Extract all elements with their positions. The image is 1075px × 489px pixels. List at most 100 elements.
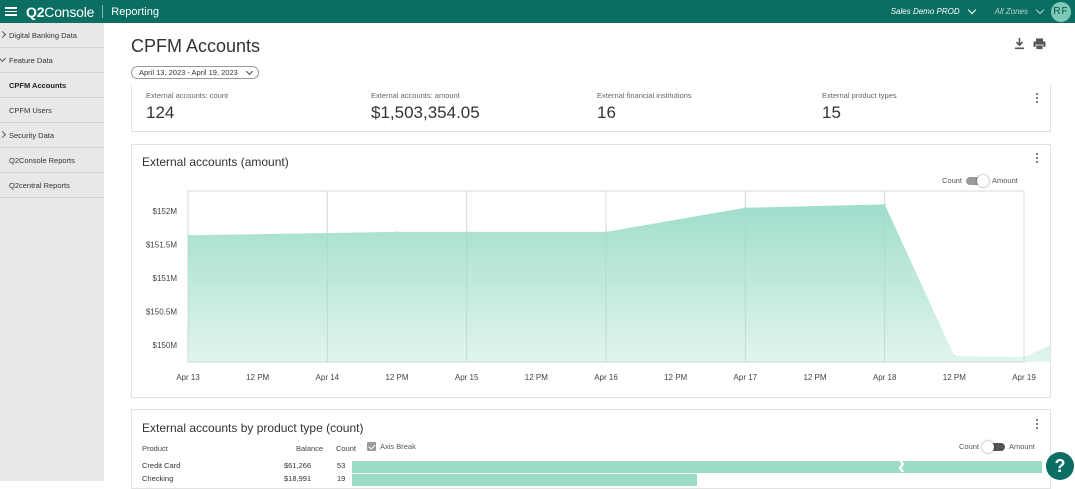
sidebar-item-q2central-reports[interactable]: Q2central Reports: [0, 173, 104, 198]
x-tick-label: Apr 17: [734, 373, 758, 382]
kpi-external-institutions: External financial institutions 16: [597, 91, 692, 123]
product-count-bar[interactable]: [352, 461, 1042, 473]
axis-break-marker: [898, 460, 905, 473]
sidebar-item-label: Feature Data: [9, 55, 53, 65]
kpi-card: External accounts: count 124 External ac…: [131, 85, 1051, 132]
amount-area-series: [188, 204, 1050, 362]
y-tick-label: $152M: [153, 207, 178, 216]
product-count-amount-toggle[interactable]: [982, 440, 1006, 453]
y-tick-label: $151.5M: [146, 241, 177, 250]
sidebar-item-digital-banking-data[interactable]: Digital Banking Data: [0, 23, 104, 48]
environment-select[interactable]: Sales Demo PROD: [890, 5, 976, 16]
kpi-external-product-types: External product types 15: [822, 91, 897, 123]
x-tick-label: 12 PM: [943, 373, 966, 382]
x-tick-label: Apr 16: [594, 373, 618, 382]
data-point: [396, 231, 398, 233]
sidebar-item-security-data[interactable]: Security Data: [0, 123, 104, 148]
x-tick-label: 12 PM: [664, 373, 687, 382]
axis-break-checkbox[interactable]: [367, 442, 376, 451]
product-type-chart-card: External accounts by product type (count…: [131, 409, 1051, 489]
count-amount-toggle[interactable]: [966, 174, 990, 187]
sidebar: Digital Banking Data Feature Data CPFM Acc…: [0, 23, 104, 481]
toggle-label-count: Count: [959, 442, 980, 451]
kpi-more-options-icon[interactable]: [1036, 93, 1039, 105]
amount-chart-title: External accounts (amount): [142, 155, 289, 169]
product-count-bar[interactable]: [352, 474, 697, 486]
sidebar-item-label: CPFM Users: [9, 105, 52, 115]
chevron-down-icon: [245, 67, 253, 76]
amount-area-chart: $150M $150.5M $151M $151.5M $152M Apr 13 12 PM…: [146, 190, 1050, 382]
sidebar-item-feature-data[interactable]: Feature Data: [0, 48, 104, 73]
sidebar-item-cpfm-users[interactable]: CPFM Users: [0, 98, 104, 123]
data-point: [187, 234, 189, 237]
toggle-label-amount: Amount: [1009, 442, 1035, 451]
sidebar-item-label: Q2Console Reports: [9, 155, 75, 165]
chevron-down-icon: [967, 5, 976, 15]
kpi-value: 124: [146, 103, 175, 122]
x-tick-label: Apr 18: [873, 373, 897, 382]
amount-chart-card: External accounts (amount) Count Amount …: [131, 144, 1051, 398]
product-balance: $61,266: [284, 461, 312, 470]
data-point: [883, 203, 886, 206]
download-icon[interactable]: [1014, 38, 1025, 50]
sidebar-item-label: CPFM Accounts: [9, 80, 67, 90]
product-chart-title: External accounts by product type (count…: [142, 421, 364, 435]
column-header-count: Count: [336, 444, 357, 453]
page-title: CPFM Accounts: [131, 36, 261, 56]
y-tick-label: $150.5M: [146, 308, 177, 317]
zones-select[interactable]: All Zones: [994, 5, 1045, 16]
product-count-amount-toggle-group: Count Amount: [959, 440, 1035, 453]
product-chart-more-options-icon[interactable]: [1036, 419, 1039, 431]
chevron-right-icon: [0, 30, 7, 39]
date-range-picker[interactable]: April 13, 2023 - April 19, 2023: [131, 66, 259, 79]
x-tick-label: 12 PM: [803, 373, 826, 382]
print-icon[interactable]: [1033, 38, 1046, 50]
user-avatar[interactable]: RF: [1051, 1, 1071, 22]
axis-break-label: Axis Break: [380, 442, 416, 451]
toggle-label-amount: Amount: [992, 176, 1018, 185]
environment-label: Sales Demo PROD: [890, 7, 960, 16]
chevron-down-icon: [1035, 5, 1045, 15]
chevron-down-icon: [0, 54, 7, 63]
y-tick-label: $151M: [153, 274, 178, 283]
data-point: [605, 231, 607, 233]
kpi-label: External financial institutions: [597, 91, 692, 100]
kpi-external-count: External accounts: count 124: [146, 91, 228, 123]
chevron-right-icon: [0, 130, 7, 139]
app-logo[interactable]: Q2Console: [26, 4, 94, 20]
zones-label: All Zones: [994, 7, 1028, 16]
kpi-label: External accounts: count: [146, 91, 229, 100]
product-count: 19: [337, 474, 346, 483]
product-name: Credit Card: [142, 461, 181, 470]
column-header-balance: Balance: [296, 444, 324, 453]
kpi-label: External product types: [822, 91, 897, 100]
x-tick-label: 12 PM: [525, 373, 548, 382]
sidebar-item-q2console-reports[interactable]: Q2Console Reports: [0, 148, 104, 173]
kpi-label: External accounts: amount: [371, 91, 460, 100]
date-range-label: April 13, 2023 - April 19, 2023: [139, 68, 238, 77]
x-tick-label: Apr 19: [1012, 373, 1036, 382]
axis-break-option: Axis Break: [367, 442, 416, 451]
data-point: [953, 355, 956, 357]
section-name: Reporting: [111, 5, 159, 18]
data-point: [1023, 356, 1025, 359]
x-tick-label: 12 PM: [385, 373, 408, 382]
sidebar-item-label: Digital Banking Data: [9, 30, 77, 40]
sidebar-item-label: Security Data: [9, 130, 55, 140]
main-content: CPFM Accounts April 13, 2023 - April 19,…: [104, 23, 1075, 489]
data-point: [744, 206, 747, 209]
data-point: [465, 231, 468, 233]
hamburger-menu-icon[interactable]: [5, 7, 17, 16]
chart-more-options-icon[interactable]: [1036, 153, 1039, 165]
product-name: Checking: [142, 474, 174, 483]
x-tick-label: 12 PM: [246, 373, 269, 382]
kpi-value: 16: [597, 103, 616, 122]
sidebar-item-cpfm-accounts[interactable]: CPFM Accounts: [0, 73, 104, 98]
x-tick-label: Apr 13: [176, 373, 200, 382]
column-header-product: Product: [142, 444, 168, 453]
help-button[interactable]: ?: [1046, 452, 1074, 480]
product-count: 53: [337, 461, 346, 470]
count-amount-toggle-group: Count Amount: [942, 174, 1018, 187]
header-divider: [102, 5, 104, 18]
y-tick-label: $150M: [153, 341, 178, 350]
